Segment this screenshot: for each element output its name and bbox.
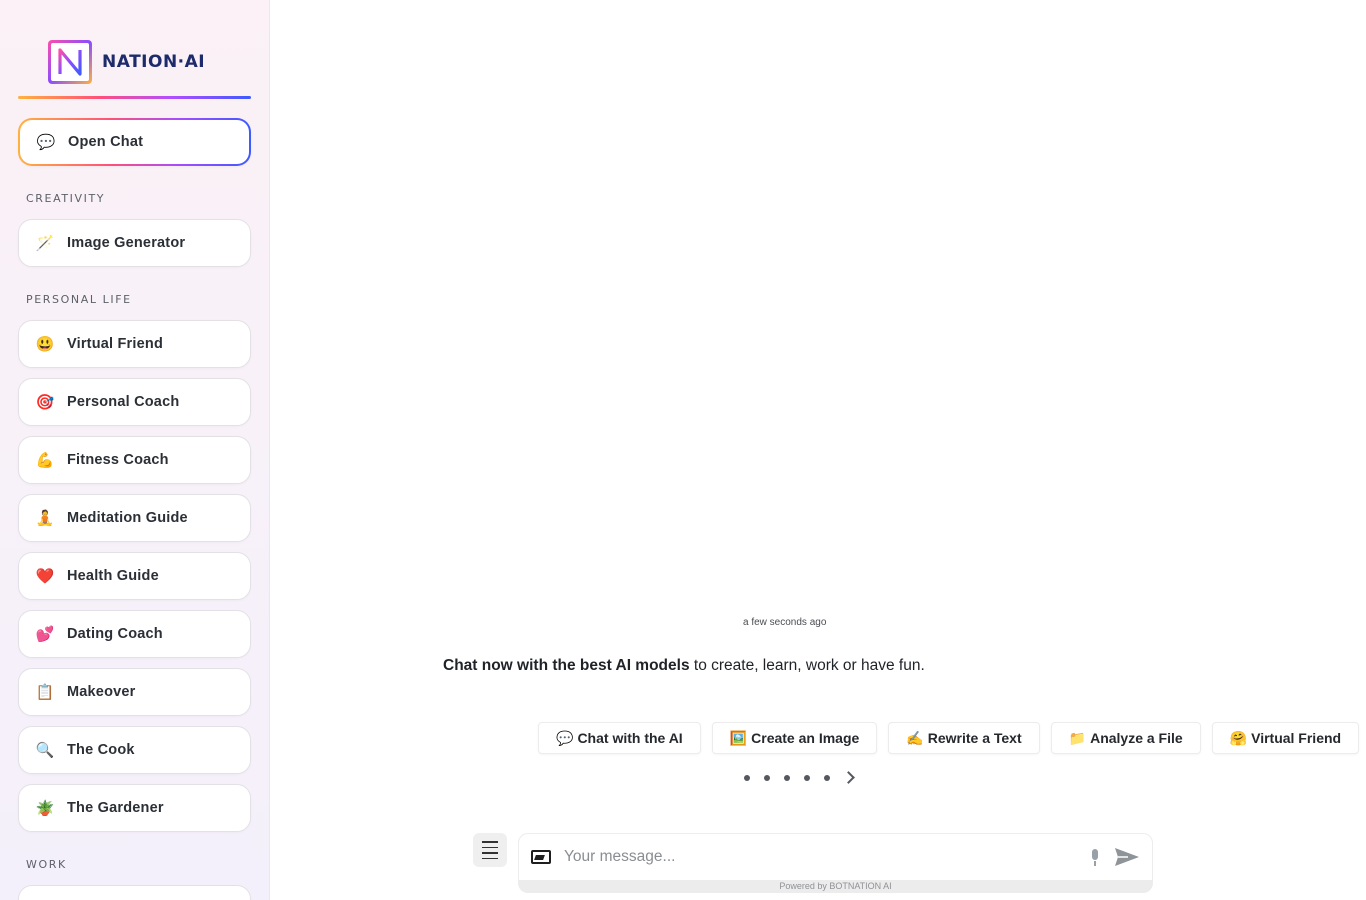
- sidebar-item-label: Fitness Coach: [67, 452, 169, 468]
- carousel-dot[interactable]: [824, 774, 830, 781]
- sidebar-item-label: Meditation Guide: [67, 510, 188, 526]
- magic-wand-icon: 🪄: [35, 235, 55, 252]
- chip-label: Rewrite a Text: [927, 730, 1022, 746]
- open-chat-button[interactable]: 💬 Open Chat: [18, 118, 251, 166]
- chip-analyze-file[interactable]: 📁 Analyze a File: [1050, 722, 1201, 754]
- powered-by-text: Powered by BOTNATION AI: [779, 881, 892, 891]
- carousel-dot[interactable]: [804, 774, 810, 781]
- sidebar-item-work-partial[interactable]: [18, 885, 251, 900]
- chip-create-image[interactable]: 🖼️ Create an Image: [711, 722, 878, 754]
- chip-label: Create an Image: [751, 730, 860, 746]
- section-label-work: WORK: [26, 858, 67, 871]
- suggestion-chips: 💬 Chat with the AI 🖼️ Create an Image ✍️…: [538, 722, 1366, 754]
- carousel-dot[interactable]: [744, 774, 750, 781]
- sidebar-item-label: The Cook: [67, 742, 135, 758]
- sidebar: NATION·AI 💬 Open Chat CREATIVITY 🪄 Image…: [0, 0, 270, 900]
- speech-bubble-icon: 💬: [556, 729, 574, 746]
- sidebar-item-label: Image Generator: [67, 235, 186, 251]
- composer-bar: [518, 833, 1153, 880]
- message-timestamp: a few seconds ago: [743, 617, 827, 628]
- chip-label: Chat with the AI: [577, 730, 683, 746]
- sidebar-item-meditation-guide[interactable]: 🧘 Meditation Guide: [18, 494, 251, 542]
- hamburger-icon-line: [482, 852, 498, 854]
- speech-bubble-icon: 💬: [36, 134, 56, 151]
- nation-ai-logo-icon: [48, 40, 92, 84]
- chip-chat-with-ai[interactable]: 💬 Chat with the AI: [538, 722, 701, 754]
- message-input[interactable]: [564, 842, 1090, 872]
- heart-health-icon: ❤️: [35, 568, 55, 585]
- sidebar-item-label: Health Guide: [67, 568, 159, 584]
- flexed-biceps-icon: 💪: [35, 452, 55, 469]
- welcome-message: Chat now with the best AI models to crea…: [443, 657, 925, 675]
- message-composer: Powered by BOTNATION AI: [518, 833, 1153, 893]
- meditation-icon: 🧘: [35, 510, 55, 527]
- image-upload-icon[interactable]: [531, 850, 551, 864]
- section-label-creativity: CREATIVITY: [26, 192, 106, 205]
- sidebar-item-label: The Gardener: [67, 800, 164, 816]
- folder-icon: 📁: [1068, 729, 1087, 746]
- menu-button[interactable]: [473, 833, 507, 867]
- carousel-dot[interactable]: [764, 774, 770, 781]
- sidebar-item-label: Dating Coach: [67, 626, 163, 642]
- chat-area: a few seconds ago Chat now with the best…: [271, 0, 1366, 900]
- sidebar-item-label: Makeover: [67, 684, 136, 700]
- microphone-icon[interactable]: [1090, 848, 1100, 866]
- chip-label: Analyze a File: [1090, 730, 1183, 746]
- brand-name: NATION·AI: [102, 52, 206, 72]
- sidebar-item-virtual-friend[interactable]: 😃 Virtual Friend: [18, 320, 251, 368]
- clipboard-icon: 📋: [35, 684, 55, 701]
- sidebar-item-the-gardener[interactable]: 🪴 The Gardener: [18, 784, 251, 832]
- hamburger-icon-line: [482, 846, 498, 848]
- chevron-right-icon[interactable]: [842, 771, 855, 784]
- sidebar-item-makeover[interactable]: 📋 Makeover: [18, 668, 251, 716]
- magnifier-icon: 🔍: [35, 742, 55, 759]
- sidebar-item-the-cook[interactable]: 🔍 The Cook: [18, 726, 251, 774]
- framed-picture-icon: 🖼️: [729, 729, 748, 746]
- two-hearts-icon: 💕: [35, 626, 55, 643]
- chip-rewrite-text[interactable]: ✍️ Rewrite a Text: [888, 722, 1040, 754]
- writing-hand-icon: ✍️: [906, 729, 924, 746]
- logo-n-glyph: [58, 48, 82, 76]
- sidebar-item-dating-coach[interactable]: 💕 Dating Coach: [18, 610, 251, 658]
- sidebar-item-fitness-coach[interactable]: 💪 Fitness Coach: [18, 436, 251, 484]
- send-icon[interactable]: [1114, 847, 1140, 867]
- hugging-face-icon: 🤗: [1229, 729, 1248, 746]
- welcome-bold-text: Chat now with the best AI models: [443, 657, 690, 674]
- sidebar-item-label: Virtual Friend: [67, 336, 163, 352]
- hamburger-icon-line: [482, 857, 498, 859]
- open-chat-label: Open Chat: [68, 134, 144, 150]
- potted-plant-icon: 🪴: [35, 800, 55, 817]
- carousel-pagination: [744, 771, 855, 784]
- sidebar-item-personal-coach[interactable]: 🎯 Personal Coach: [18, 378, 251, 426]
- chip-virtual-friend[interactable]: 🤗 Virtual Friend: [1211, 722, 1360, 754]
- brand-logo[interactable]: NATION·AI: [48, 40, 205, 84]
- sidebar-item-label: Personal Coach: [67, 394, 180, 410]
- sidebar-item-health-guide[interactable]: ❤️ Health Guide: [18, 552, 251, 600]
- carousel-dot[interactable]: [784, 774, 790, 781]
- welcome-rest-text: to create, learn, work or have fun.: [689, 657, 925, 674]
- brand-divider: [18, 96, 251, 99]
- section-label-personal-life: PERSONAL LIFE: [26, 293, 132, 306]
- target-icon: 🎯: [35, 394, 55, 411]
- chip-label: Virtual Friend: [1251, 730, 1342, 746]
- smiley-icon: 😃: [35, 336, 55, 353]
- sidebar-item-image-generator[interactable]: 🪄 Image Generator: [18, 219, 251, 267]
- hamburger-icon: [482, 841, 498, 843]
